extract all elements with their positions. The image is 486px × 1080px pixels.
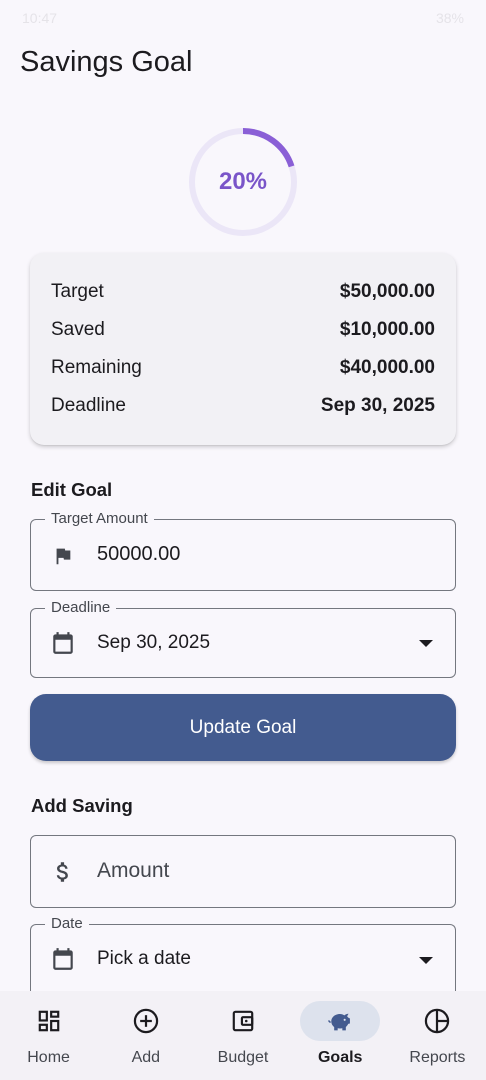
summary-row-target: Target $50,000.00: [51, 273, 435, 311]
add-circle-icon: [132, 1007, 160, 1035]
nav-label: Budget: [217, 1049, 269, 1066]
battery-text: 38%: [435, 10, 464, 26]
summary-label: Deadline: [51, 395, 126, 416]
calendar-icon: [49, 629, 77, 657]
summary-label: Saved: [51, 319, 105, 340]
summary-value: $10,000.00: [339, 319, 435, 340]
nav-label: Reports: [409, 1049, 466, 1066]
calendar-icon: [49, 945, 77, 973]
nav-label: Home: [27, 1049, 70, 1066]
summary-card: Target $50,000.00 Saved $10,000.00 Remai…: [30, 253, 456, 445]
summary-row-saved: Saved $10,000.00: [51, 311, 435, 349]
dashboard-icon: [35, 1007, 63, 1035]
piggy-bank-icon: [326, 1007, 354, 1035]
summary-label: Remaining: [51, 357, 142, 378]
nav-item-home[interactable]: Home: [0, 991, 97, 1080]
status-bar: 10:47 38%: [0, 0, 486, 36]
target-amount-legend: Target Amount: [45, 510, 154, 528]
dollar-icon: [49, 858, 77, 886]
edit-goal-title: Edit Goal: [31, 479, 113, 500]
page-title: Savings Goal: [20, 46, 193, 78]
summary-row-deadline: Deadline Sep 30, 2025: [51, 387, 435, 425]
progress-ring: 20%: [187, 126, 299, 238]
nav-item-budget[interactable]: Budget: [194, 991, 291, 1080]
target-amount-field[interactable]: Target Amount 50000.00: [30, 510, 456, 591]
summary-label: Target: [51, 281, 104, 302]
summary-row-remaining: Remaining $40,000.00: [51, 349, 435, 387]
status-left: 10:47: [22, 10, 57, 26]
amount-field[interactable]: Amount: [30, 835, 456, 908]
chevron-down-icon[interactable]: [419, 640, 433, 647]
summary-value: Sep 30, 2025: [320, 395, 435, 416]
amount-placeholder: Amount: [97, 859, 170, 882]
nav-item-goals[interactable]: Goals: [292, 991, 389, 1080]
summary-value: $50,000.00: [339, 281, 435, 302]
pie-chart-icon: [423, 1007, 451, 1035]
status-time: 10:47: [22, 10, 58, 26]
nav-label: Add: [131, 1049, 161, 1066]
progress-percent: 20%: [218, 168, 268, 195]
status-right: 38%: [436, 10, 464, 26]
wallet-icon: [229, 1007, 257, 1035]
deadline-legend: Deadline: [45, 599, 117, 617]
chevron-down-icon[interactable]: [419, 957, 433, 964]
flag-icon: [49, 542, 77, 570]
target-amount-value: 50000.00: [97, 543, 181, 565]
nav-label: Goals: [317, 1049, 363, 1066]
date-legend: Date: [45, 915, 89, 933]
nav-item-add[interactable]: Add: [97, 991, 194, 1080]
update-goal-button[interactable]: Update Goal: [30, 694, 456, 761]
add-saving-title: Add Saving: [31, 795, 133, 816]
bottom-nav: Home Add Budget Goals Reports: [0, 991, 486, 1080]
date-placeholder: Pick a date: [97, 948, 191, 969]
summary-value: $40,000.00: [339, 357, 435, 378]
nav-item-reports[interactable]: Reports: [389, 991, 486, 1080]
deadline-field[interactable]: Deadline Sep 30, 2025: [30, 599, 456, 678]
deadline-value: Sep 30, 2025: [97, 632, 211, 653]
